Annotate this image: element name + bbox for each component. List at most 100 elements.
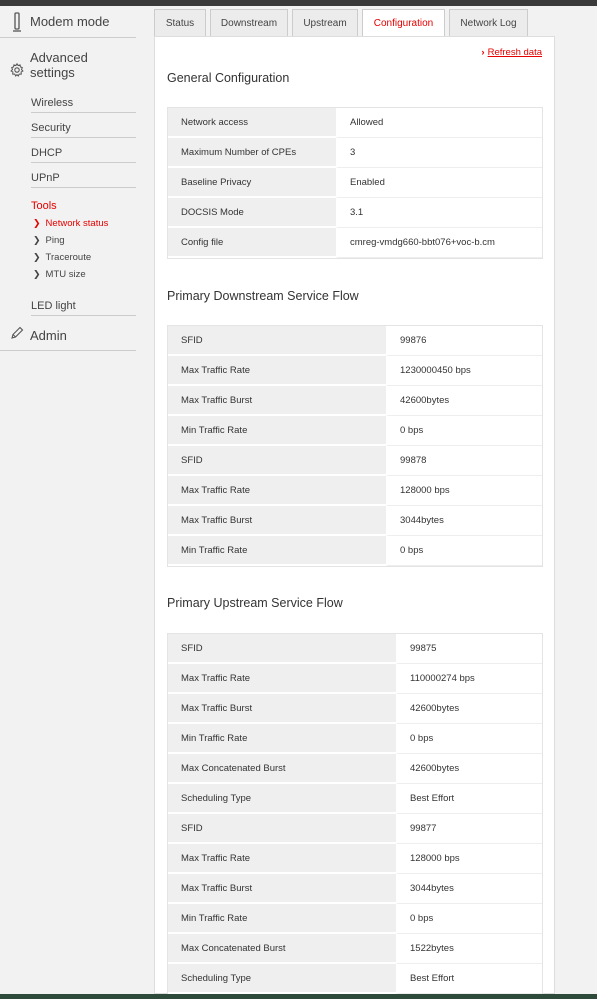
row-value: 3044bytes: [386, 506, 542, 536]
row-label: Maximum Number of CPEs: [168, 138, 336, 168]
table-row: Scheduling Type Best Effort: [168, 964, 542, 994]
tab-label: Upstream: [303, 17, 347, 29]
sidebar-item-wireless[interactable]: Wireless: [31, 88, 136, 113]
table-row: Maximum Number of CPEs 3: [168, 138, 542, 168]
table-row: Min Traffic Rate 0 bps: [168, 904, 542, 934]
row-label: Max Traffic Burst: [168, 874, 396, 904]
modem-icon: [10, 11, 24, 32]
row-label: Min Traffic Rate: [168, 904, 396, 934]
section-title-downstream: Primary Downstream Service Flow: [167, 289, 359, 303]
row-label: SFID: [168, 634, 396, 664]
sidebar-item-traceroute[interactable]: ❯ Traceroute: [33, 249, 140, 266]
tab-upstream[interactable]: Upstream: [292, 9, 358, 36]
table-row: DOCSIS Mode 3.1: [168, 198, 542, 228]
row-label: Max Concatenated Burst: [168, 754, 396, 784]
row-value: Enabled: [336, 168, 542, 198]
tab-label: Status: [165, 17, 195, 29]
row-label: Max Traffic Rate: [168, 664, 396, 694]
sidebar-item-network-status[interactable]: ❯ Network status: [33, 215, 140, 232]
row-value: 99875: [396, 634, 542, 664]
sidebar-label: Traceroute: [45, 252, 92, 263]
table-row: Max Traffic Burst 3044bytes: [168, 506, 542, 536]
row-value: 110000274 bps: [396, 664, 542, 694]
row-label: Baseline Privacy: [168, 168, 336, 198]
table-row: Max Traffic Rate 128000 bps: [168, 844, 542, 874]
bottom-bar: [0, 994, 597, 999]
table-row: Max Concatenated Burst 42600bytes: [168, 754, 542, 784]
row-value: 42600bytes: [396, 754, 542, 784]
sidebar-label: Security: [31, 122, 71, 134]
sidebar-item-dhcp[interactable]: DHCP: [31, 138, 136, 163]
configuration-panel: › Refresh data General Configuration Netw…: [154, 36, 555, 995]
row-value: Best Effort: [396, 964, 542, 994]
row-label: Min Traffic Rate: [168, 416, 386, 446]
gear-icon: [10, 60, 24, 80]
row-value: 1522bytes: [396, 934, 542, 964]
row-label: Max Traffic Burst: [168, 506, 386, 536]
row-label: Config file: [168, 228, 336, 258]
table-row: Max Traffic Burst 42600bytes: [168, 694, 542, 724]
upstream-flow-table: SFID 99875 Max Traffic Rate 110000274 bps Ma…: [167, 633, 543, 995]
table-row: Min Traffic Rate 0 bps: [168, 536, 542, 566]
chevron-right-icon: ❯: [33, 252, 41, 262]
sidebar-label: Advanced settings: [30, 50, 88, 80]
chevron-right-icon: ❯: [33, 218, 41, 228]
sidebar-item-security[interactable]: Security: [31, 113, 136, 138]
row-label: Scheduling Type: [168, 964, 396, 994]
section-title-general: General Configuration: [167, 71, 290, 85]
row-label: Max Traffic Burst: [168, 694, 396, 724]
sidebar-item-admin[interactable]: Admin: [0, 316, 136, 351]
pencil-icon: [10, 323, 24, 343]
downstream-flow-table: SFID 99876 Max Traffic Rate 1230000450 bps M…: [167, 325, 543, 567]
table-row: SFID 99875: [168, 634, 542, 664]
tab-label: Downstream: [220, 17, 278, 29]
tab-network-log[interactable]: Network Log: [449, 9, 528, 36]
table-row: Max Traffic Rate 1230000450 bps: [168, 356, 542, 386]
general-config-table: Network access Allowed Maximum Number of C…: [167, 107, 543, 259]
sidebar-label: Network status: [45, 218, 109, 229]
row-value: 128000 bps: [386, 476, 542, 506]
row-label: Scheduling Type: [168, 784, 396, 814]
table-row: Network access Allowed: [168, 108, 542, 138]
refresh-data-link[interactable]: › Refresh data: [481, 47, 542, 58]
sidebar-item-tools[interactable]: Tools: [31, 188, 136, 215]
row-label: Max Traffic Rate: [168, 844, 396, 874]
row-value: Allowed: [336, 108, 542, 138]
row-label: Max Concatenated Burst: [168, 934, 396, 964]
row-label: SFID: [168, 446, 386, 476]
sidebar-item-advanced-settings[interactable]: Advanced settings: [0, 38, 136, 88]
row-value: 0 bps: [396, 724, 542, 754]
chevron-right-icon: ›: [481, 47, 485, 58]
row-value: 99877: [396, 814, 542, 844]
table-row: Max Traffic Burst 42600bytes: [168, 386, 542, 416]
sidebar-item-mtu-size[interactable]: ❯ MTU size: [33, 266, 140, 283]
row-value: cmreg-vmdg660-bbt076+voc-b.cm: [336, 228, 542, 258]
tab-status[interactable]: Status: [154, 9, 206, 36]
row-label: Max Traffic Rate: [168, 356, 386, 386]
sidebar-label: LED light: [31, 300, 76, 312]
sidebar-label: Modem mode: [30, 14, 110, 29]
row-value: 0 bps: [396, 904, 542, 934]
sidebar-item-ping[interactable]: ❯ Ping: [33, 232, 140, 249]
sidebar-label: Wireless: [31, 97, 74, 109]
sidebar-item-modem-mode[interactable]: Modem mode: [0, 6, 136, 38]
row-label: SFID: [168, 326, 386, 356]
table-row: SFID 99877: [168, 814, 542, 844]
row-value: 99878: [386, 446, 542, 476]
tab-configuration[interactable]: Configuration: [362, 9, 445, 37]
tab-downstream[interactable]: Downstream: [210, 9, 288, 36]
table-row: Min Traffic Rate 0 bps: [168, 416, 542, 446]
sidebar: Modem mode Advanced settings Wireless Se…: [0, 6, 140, 351]
table-row: Scheduling Type Best Effort: [168, 784, 542, 814]
sidebar-item-upnp[interactable]: UPnP: [31, 163, 136, 188]
sidebar-item-led-light[interactable]: LED light: [31, 291, 136, 316]
row-value: 3044bytes: [396, 874, 542, 904]
table-row: Max Concatenated Burst 1522bytes: [168, 934, 542, 964]
refresh-label: Refresh data: [487, 47, 542, 58]
row-label: Min Traffic Rate: [168, 536, 386, 566]
tab-bar: Status Downstream Upstream Configuration…: [154, 9, 532, 37]
row-value: Best Effort: [396, 784, 542, 814]
sidebar-label: Ping: [45, 235, 65, 246]
table-row: Baseline Privacy Enabled: [168, 168, 542, 198]
row-label: DOCSIS Mode: [168, 198, 336, 228]
